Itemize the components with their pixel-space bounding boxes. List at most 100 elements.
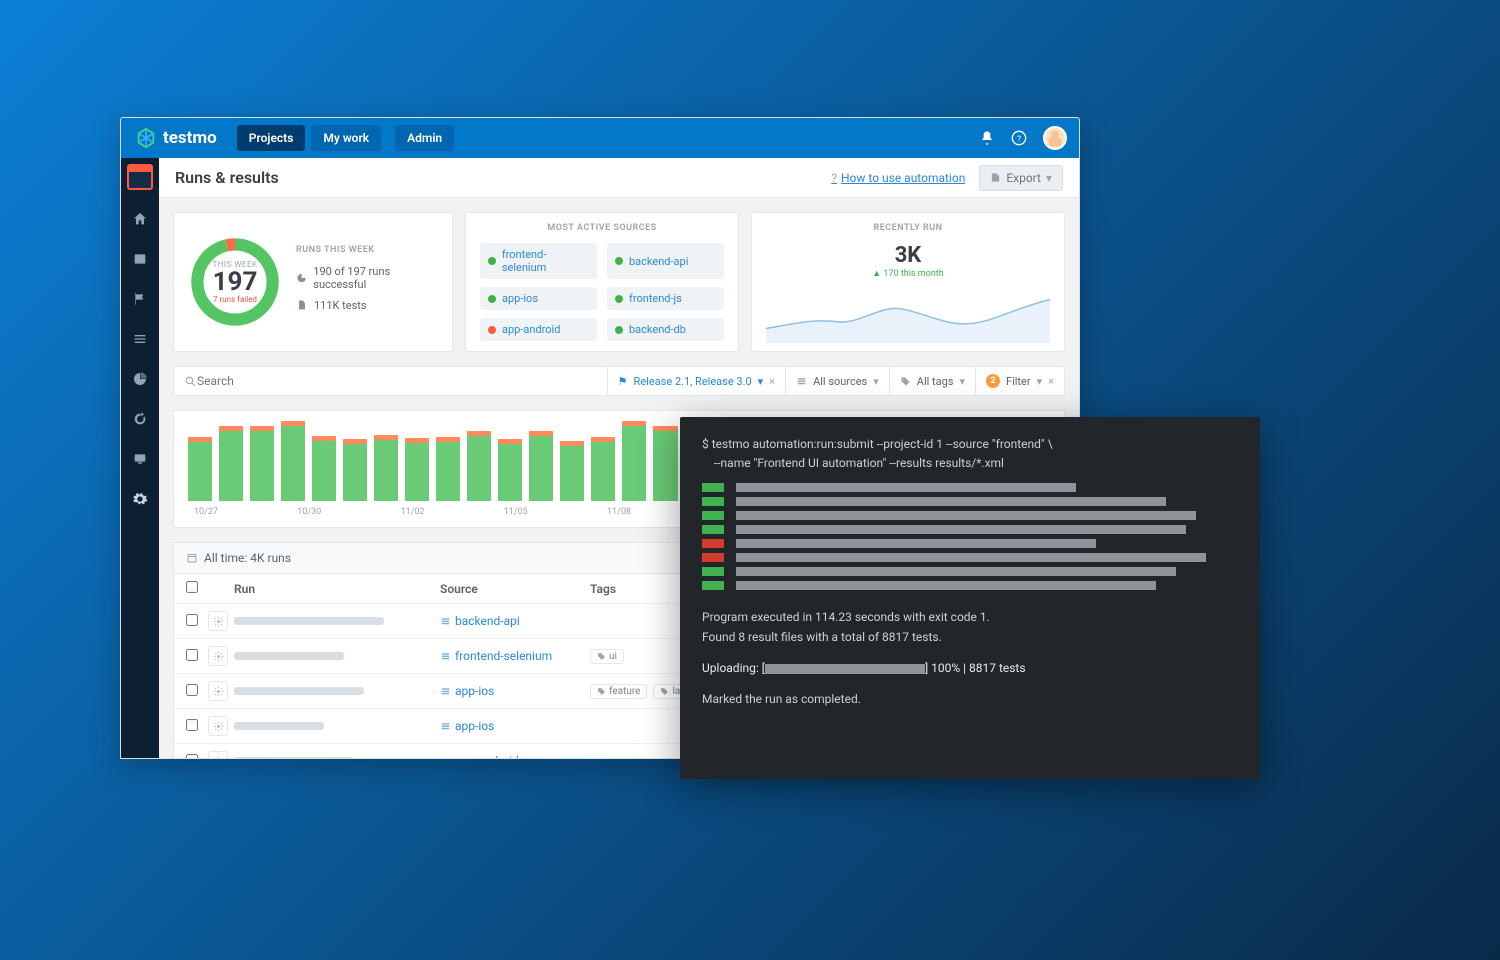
stack-icon — [796, 376, 807, 387]
nav-projects[interactable]: Projects — [237, 125, 306, 151]
search-box[interactable] — [173, 366, 608, 396]
export-button[interactable]: Export▾ — [979, 165, 1063, 191]
filter-milestone[interactable]: ⚑Release 2.1, Release 3.0▾× — [608, 366, 786, 396]
sidebar-item-sessions[interactable] — [129, 448, 151, 470]
sparkline-chart — [766, 285, 1050, 343]
source-chip[interactable]: backend-api — [607, 243, 724, 279]
chart-bar — [281, 421, 305, 501]
close-icon[interactable]: × — [1048, 375, 1054, 388]
close-icon[interactable]: × — [769, 375, 775, 388]
x-label: 11/05 — [504, 507, 528, 517]
progress-ring: THIS WEEK 197 7 runs failed — [188, 235, 282, 329]
chart-bar — [219, 426, 243, 501]
run-name-placeholder — [234, 652, 344, 660]
nav-admin[interactable]: Admin — [395, 125, 454, 151]
source-link[interactable]: frontend-selenium — [440, 649, 590, 663]
runs-stat: 190 of 197 runs successful — [313, 265, 438, 291]
filter-tags[interactable]: All tags▾ — [890, 366, 976, 396]
brand-name: testmo — [163, 128, 217, 148]
recent-title: RECENTLY RUN — [766, 223, 1050, 233]
file-icon — [296, 299, 308, 311]
sidebar-item-project[interactable] — [127, 164, 153, 190]
row-checkbox[interactable] — [186, 719, 198, 731]
source-name: backend-db — [629, 323, 686, 336]
source-link[interactable]: app-ios — [440, 719, 590, 733]
source-link[interactable]: backend-api — [440, 614, 590, 628]
logo-icon — [135, 127, 157, 149]
chart-bar — [405, 438, 429, 501]
search-input[interactable] — [197, 374, 597, 388]
tests-stat: 111K tests — [314, 299, 367, 312]
row-settings-button[interactable] — [208, 681, 228, 701]
row-settings-button[interactable] — [208, 646, 228, 666]
chart-bar — [529, 431, 553, 501]
row-checkbox[interactable] — [186, 614, 198, 626]
search-icon — [184, 375, 197, 388]
source-chip[interactable]: backend-db — [607, 318, 724, 341]
status-dot — [488, 257, 496, 265]
sidebar-item-automation[interactable] — [129, 408, 151, 430]
chart-bar — [343, 439, 367, 501]
brand-logo[interactable]: testmo — [135, 127, 217, 149]
recent-value: 3K — [766, 243, 1050, 268]
help-icon[interactable]: ? — [1011, 130, 1027, 146]
tag-icon — [900, 376, 911, 387]
row-settings-button[interactable] — [208, 611, 228, 631]
chart-bar — [498, 439, 522, 501]
col-source[interactable]: Source — [440, 582, 590, 596]
source-chip[interactable]: frontend-js — [607, 287, 724, 310]
chart-bar — [374, 435, 398, 501]
sidebar-item-runs[interactable] — [129, 328, 151, 350]
source-name: frontend-selenium — [502, 248, 589, 274]
bell-icon[interactable] — [979, 130, 995, 146]
terminal-result-row — [702, 581, 1238, 590]
terminal-result-row — [702, 483, 1238, 492]
titlebar: Runs & results ?How to use automation Ex… — [159, 158, 1079, 198]
status-dot — [488, 326, 496, 334]
terminal-result-row — [702, 511, 1238, 520]
source-chip[interactable]: app-android — [480, 318, 597, 341]
tag-chip[interactable]: ui — [590, 649, 624, 664]
chart-bar — [188, 437, 212, 501]
nav-mywork[interactable]: My work — [311, 125, 381, 151]
source-name: frontend-js — [629, 292, 682, 305]
help-link[interactable]: ?How to use automation — [831, 171, 965, 185]
source-icon — [440, 756, 451, 759]
card-recently-run: RECENTLY RUN 3K ▲ 170 this month — [751, 212, 1065, 352]
sources-title: MOST ACTIVE SOURCES — [480, 223, 724, 233]
filter-sources[interactable]: All sources▾ — [786, 366, 890, 396]
source-chip[interactable]: frontend-selenium — [480, 243, 597, 279]
source-name: app-ios — [502, 292, 538, 305]
source-icon — [440, 651, 451, 662]
sidebar-item-repos[interactable] — [129, 248, 151, 270]
row-checkbox[interactable] — [186, 684, 198, 696]
page-title: Runs & results — [175, 168, 279, 187]
source-link[interactable]: app-android — [440, 754, 590, 758]
sidebar-item-milestones[interactable] — [129, 288, 151, 310]
sidebar-item-reports[interactable] — [129, 368, 151, 390]
source-link[interactable]: app-ios — [440, 684, 590, 698]
run-name-placeholder — [234, 722, 324, 730]
sidebar-item-home[interactable] — [129, 208, 151, 230]
row-settings-button[interactable] — [208, 716, 228, 736]
tag-chip[interactable]: feature — [590, 684, 647, 699]
filter-more[interactable]: 2 Filter▾× — [976, 366, 1065, 396]
row-checkbox[interactable] — [186, 649, 198, 661]
chart-bar — [622, 421, 646, 501]
chart-bar — [250, 426, 274, 501]
source-chip[interactable]: app-ios — [480, 287, 597, 310]
run-name-placeholder — [234, 687, 364, 695]
sidebar-item-settings[interactable] — [129, 488, 151, 510]
row-checkbox[interactable] — [186, 754, 198, 759]
progress-bar — [765, 664, 925, 674]
select-all-checkbox[interactable] — [186, 581, 198, 593]
col-run[interactable]: Run — [234, 582, 440, 596]
row-settings-button[interactable] — [208, 751, 228, 758]
user-avatar[interactable] — [1043, 126, 1067, 150]
app-header: testmo Projects My work Admin ? — [121, 118, 1079, 158]
card-this-week: THIS WEEK 197 7 runs failed RUNS THIS WE… — [173, 212, 453, 352]
ring-count: 197 — [213, 269, 258, 295]
terminal-result-row — [702, 525, 1238, 534]
source-name: backend-api — [629, 255, 688, 268]
terminal-result-row — [702, 539, 1238, 548]
